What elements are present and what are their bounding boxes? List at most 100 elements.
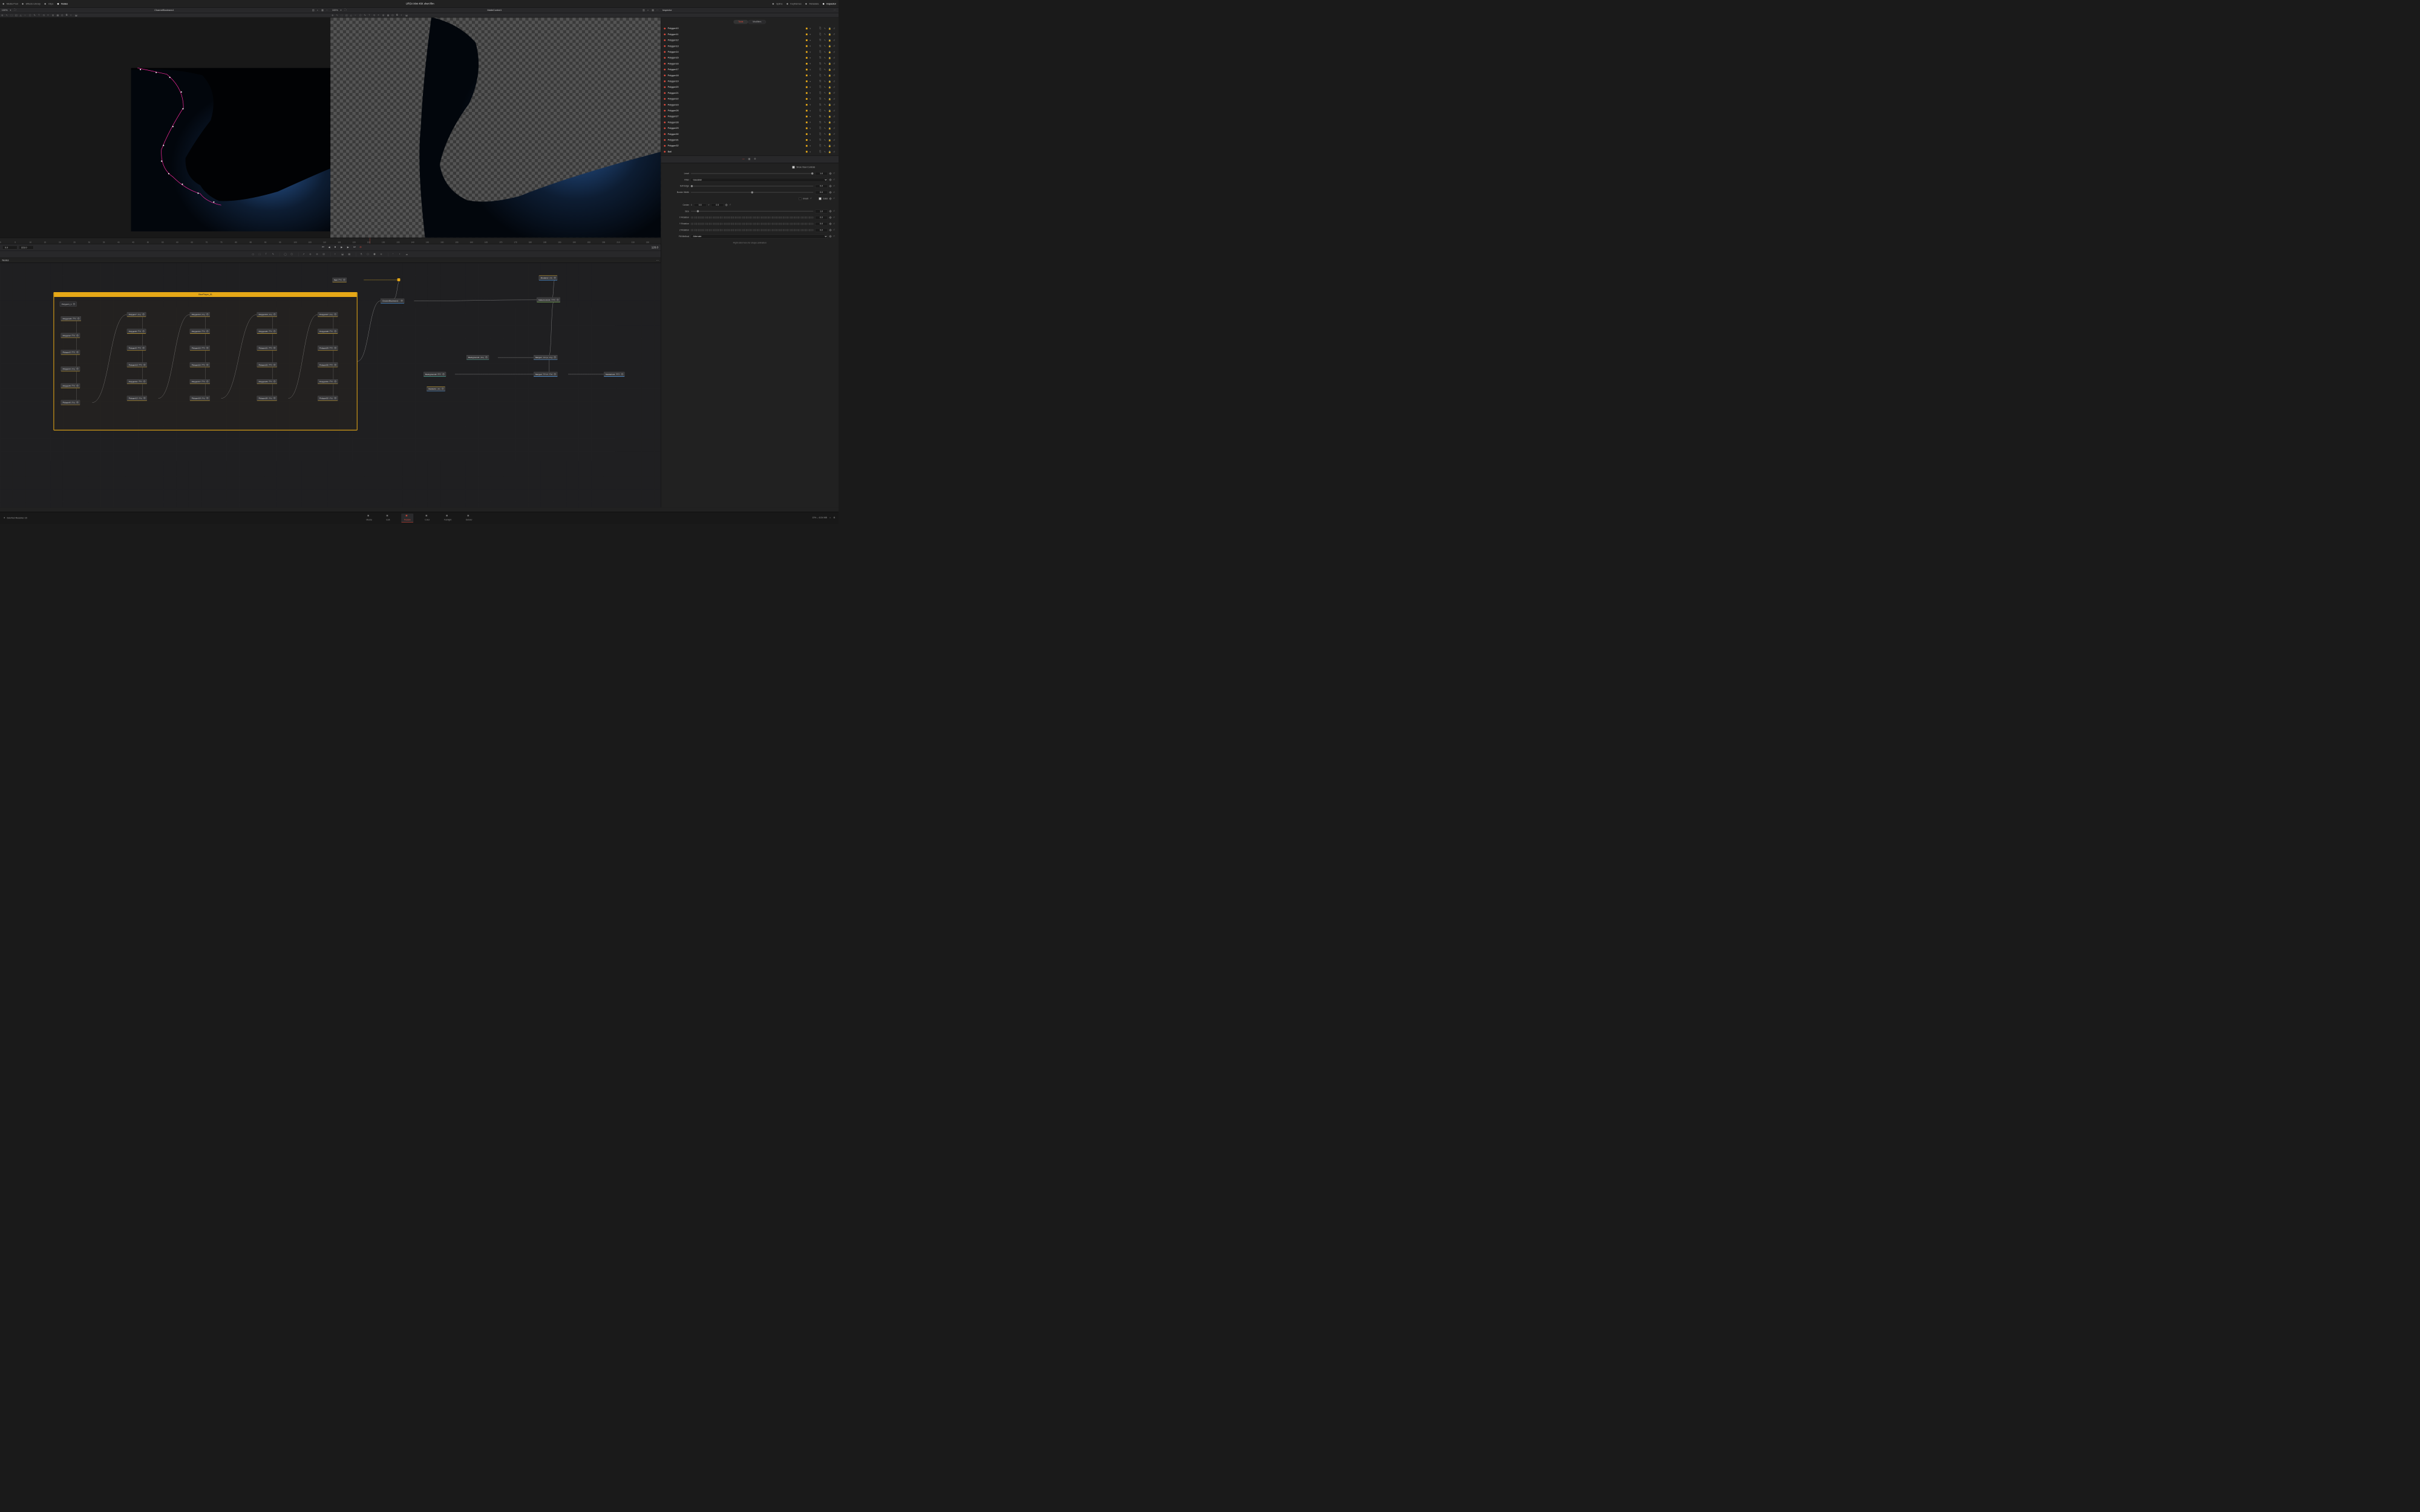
node-view-icon[interactable]: 👁	[554, 356, 555, 358]
viewer-tool-14-icon[interactable]: ⧉	[66, 14, 69, 17]
enable-dot-icon[interactable]	[664, 74, 666, 76]
enable-dot-icon[interactable]	[664, 39, 666, 41]
lock-icon[interactable]: 🔒	[828, 97, 831, 100]
go-start-icon[interactable]: ⏮	[322, 246, 325, 249]
nodes-panel-options-icon[interactable]: ⋯	[656, 259, 659, 262]
shelf-tool-3-icon[interactable]: ✎	[272, 253, 276, 256]
enable-dot-icon[interactable]	[664, 116, 666, 117]
current-frame[interactable]: 126.0	[652, 246, 658, 249]
page-color[interactable]: ▣Color	[422, 513, 433, 523]
lock-icon[interactable]: 🔒	[828, 127, 831, 129]
viewer-tool-7-icon[interactable]: ✎	[364, 14, 367, 17]
reset-icon[interactable]: ↺	[833, 121, 836, 123]
x-rotation-keyframe-icon[interactable]	[829, 216, 832, 219]
center-keyframe-icon[interactable]	[725, 203, 728, 206]
y-rotation-reset-icon[interactable]: ↺	[833, 223, 836, 225]
chevron-down-icon[interactable]: ▾	[809, 97, 812, 100]
viewer1-subview-icon[interactable]: ▥	[312, 8, 315, 12]
tool-row-polygon31[interactable]: Polygon31▾⎘✎🔒↺	[661, 137, 839, 143]
node-polygon3[interactable]: Polygon3(Ply)👁	[60, 350, 80, 354]
node-view-icon[interactable]: 👁	[76, 385, 78, 386]
tool-row-polygon27[interactable]: Polygon27▾⎘✎🔒↺	[661, 114, 839, 120]
tool-row-polygon22[interactable]: Polygon22▾⎘✎🔒↺	[661, 96, 839, 102]
color-swatch-icon[interactable]	[806, 116, 808, 117]
lock-icon[interactable]: 🔒	[828, 62, 831, 65]
tool-row-polygon13[interactable]: Polygon13▾⎘✎🔒↺	[661, 43, 839, 49]
node-view-icon[interactable]: 👁	[343, 279, 345, 281]
viewer-tool-4-icon[interactable]: △	[20, 14, 23, 17]
color-swatch-icon[interactable]	[806, 33, 808, 35]
fill-method-reset-icon[interactable]: ↺	[833, 235, 836, 238]
node-view-icon[interactable]: 👁	[142, 347, 144, 349]
reset-icon[interactable]: ↺	[833, 51, 836, 53]
topbar-nodes[interactable]: ◆Nodes	[57, 2, 68, 5]
shelf-tool-15-icon[interactable]: ▦	[348, 253, 352, 256]
viewer-tool-15-icon[interactable]: ◐	[401, 14, 404, 17]
color-swatch-icon[interactable]	[806, 74, 808, 76]
viewer-tool-6-icon[interactable]: ⬡	[29, 14, 32, 17]
tool-row-polygon19[interactable]: Polygon19▾⎘✎🔒↺	[661, 79, 839, 85]
node-view-icon[interactable]: 👁	[143, 397, 145, 399]
shelf-tool-2-icon[interactable]: T	[265, 253, 269, 256]
step-forward-icon[interactable]: ▶	[347, 246, 351, 249]
lock-icon[interactable]: 🔒	[828, 151, 831, 153]
tool-row-polygon26[interactable]: Polygon26▾⎘✎🔒↺	[661, 108, 839, 114]
node-background2[interactable]: Background2(BG)👁	[424, 372, 446, 377]
color-swatch-icon[interactable]	[806, 122, 808, 123]
enable-dot-icon[interactable]	[664, 80, 666, 82]
color-swatch-icon[interactable]	[806, 69, 808, 71]
chevron-down-icon[interactable]: ▾	[809, 151, 812, 153]
level-reset-icon[interactable]: ↺	[833, 172, 836, 175]
node-polygon26[interactable]: Polygon26(Ply)👁	[257, 396, 277, 401]
reset-icon[interactable]: ↺	[833, 86, 836, 88]
node-polygon16[interactable]: Polygon16(Ply)👁	[190, 362, 211, 367]
enable-dot-icon[interactable]	[664, 145, 666, 147]
range-out-field[interactable]	[19, 246, 33, 249]
enable-dot-icon[interactable]	[664, 133, 666, 135]
reset-icon[interactable]: ↺	[833, 127, 836, 129]
tool-row-polygon28[interactable]: Polygon28▾⎘✎🔒↺	[661, 120, 839, 126]
color-swatch-icon[interactable]	[806, 139, 808, 141]
node-view-icon[interactable]: 👁	[76, 351, 78, 353]
chevron-down-icon[interactable]: ▾	[809, 39, 812, 41]
tool-row-polygon18[interactable]: Polygon18▾⎘✎🔒↺	[661, 73, 839, 79]
color-swatch-icon[interactable]	[806, 39, 808, 41]
node-view-icon[interactable]: 👁	[554, 277, 555, 279]
invert-checkbox[interactable]	[799, 197, 801, 200]
viewer1-zoom-dropdown-icon[interactable]: ▾	[9, 8, 13, 12]
color-swatch-icon[interactable]	[806, 151, 808, 152]
tool-row-polygon17[interactable]: Polygon17▾⎘✎🔒↺	[661, 67, 839, 73]
edit-icon[interactable]: ✎	[824, 121, 826, 123]
chevron-down-icon[interactable]: ▾	[809, 116, 812, 118]
viewer-tool-0-icon[interactable]: ⊕	[1, 14, 4, 17]
node-view-icon[interactable]: 👁	[334, 313, 336, 315]
node-view-icon[interactable]: 👁	[142, 330, 144, 332]
page-media[interactable]: ▣Media	[364, 513, 375, 523]
color-swatch-icon[interactable]	[806, 28, 808, 30]
center-x-value[interactable]: 0.5	[694, 203, 707, 207]
topbar-spline[interactable]: ◆Spline	[772, 2, 782, 5]
page-edit[interactable]: ▣Edit	[384, 513, 393, 523]
chevron-down-icon[interactable]: ▾	[809, 86, 812, 88]
enable-dot-icon[interactable]	[664, 104, 666, 106]
enable-dot-icon[interactable]	[664, 122, 666, 123]
edit-icon[interactable]: ✎	[824, 39, 826, 41]
edit-icon[interactable]: ✎	[824, 86, 826, 88]
viewer2-fit-icon[interactable]: ⛶	[344, 8, 347, 12]
viewer-tool-2-icon[interactable]: ⬚	[10, 14, 13, 17]
color-swatch-icon[interactable]	[806, 110, 808, 112]
enable-dot-icon[interactable]	[664, 98, 666, 100]
stop-icon[interactable]: ■	[335, 246, 338, 249]
page-fairlight[interactable]: ▣Fairlight	[441, 513, 454, 523]
viewer-tool-13-icon[interactable]: ⊡	[61, 14, 64, 17]
shelf-tool-23-icon[interactable]: ◑	[399, 253, 402, 256]
reset-icon[interactable]: ↺	[833, 133, 836, 135]
edit-icon[interactable]: ✎	[824, 62, 826, 65]
topbar-clips[interactable]: ◆Clips	[44, 2, 53, 5]
enable-dot-icon[interactable]	[664, 57, 666, 59]
shelf-tool-22-icon[interactable]: ◔	[392, 253, 396, 256]
filter-select[interactable]: Gaussian	[691, 178, 828, 182]
node-polygon19[interactable]: Polygon19(Ply)👁	[257, 312, 277, 317]
version-icon[interactable]: ⎘	[819, 103, 822, 106]
node-view-icon[interactable]: 👁	[76, 402, 78, 403]
